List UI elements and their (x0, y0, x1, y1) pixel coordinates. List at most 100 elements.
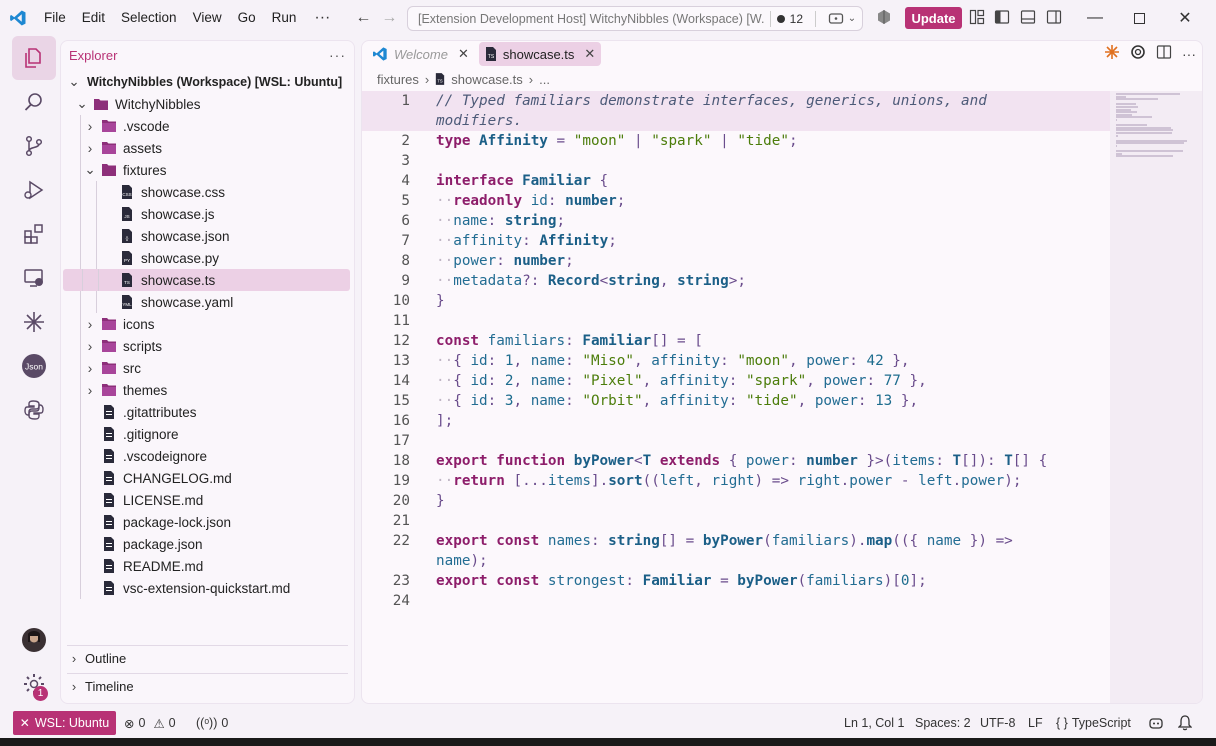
customize-layout-icon[interactable] (969, 9, 987, 27)
menu-go[interactable]: Go (230, 0, 264, 36)
code-line[interactable]: 4 interface Familiar { (362, 171, 1110, 191)
code-line[interactable]: 2 type Affinity = "moon" | "spark" | "tid… (362, 131, 1110, 151)
code-line[interactable]: 9 ··metadata?: Record<string, string>; (362, 271, 1110, 291)
code-line[interactable]: 22 export const names: string[] = byPower… (362, 531, 1110, 551)
tree-item[interactable]: › src (61, 357, 354, 379)
code-line[interactable]: 3 (362, 151, 1110, 171)
code-line[interactable]: 17 (362, 431, 1110, 451)
code-line[interactable]: 19 ··return [...items].sort((left, right)… (362, 471, 1110, 491)
minimize-icon[interactable]: — (1072, 0, 1118, 36)
workspace-root[interactable]: ⌄ WitchyNibbles (Workspace) [WSL: Ubuntu… (61, 71, 354, 93)
encoding-status[interactable]: UTF-8 (980, 708, 1015, 738)
cube-icon[interactable] (876, 9, 894, 27)
split-editor-icon[interactable] (1156, 44, 1172, 63)
code-line[interactable]: 7 ··affinity: Affinity; (362, 231, 1110, 251)
code-line[interactable]: 5 ··readonly id: number; (362, 191, 1110, 211)
code-line[interactable]: 14 ··{ id: 2, name: "Pixel", affinity: "s… (362, 371, 1110, 391)
cursor-position[interactable]: Ln 1, Col 1 (844, 708, 904, 738)
command-center[interactable]: [Extension Development Host] WitchyNibbl… (407, 6, 863, 31)
tree-item[interactable]: package-lock.json (61, 511, 354, 533)
tree-item[interactable]: .gitignore (61, 423, 354, 445)
close-tab-icon[interactable]: ✕ (584, 46, 595, 62)
folder-witchynibbles[interactable]: ⌄ WitchyNibbles (61, 93, 354, 115)
tree-item[interactable]: vsc-extension-quickstart.md (61, 577, 354, 599)
menu-selection[interactable]: Selection (113, 0, 185, 36)
toggle-panel-icon[interactable] (1020, 9, 1038, 27)
tree-item[interactable]: JS showcase.js (61, 203, 354, 225)
remote-explorer-icon[interactable] (12, 256, 56, 300)
tree-item[interactable]: › .vscode (61, 115, 354, 137)
code-line[interactable]: modifiers. (362, 111, 1110, 131)
tree-item[interactable]: package.json (61, 533, 354, 555)
menu-run[interactable]: Run (264, 0, 305, 36)
close-tab-icon[interactable]: ✕ (458, 46, 469, 62)
menu-file[interactable]: File (36, 0, 74, 36)
breadcrumb-symbol[interactable]: ... (539, 72, 550, 87)
code-line[interactable]: name); (362, 551, 1110, 571)
search-icon[interactable] (12, 80, 56, 124)
back-arrow-icon[interactable]: ← (350, 0, 376, 36)
account-avatar[interactable] (12, 618, 56, 662)
tab-welcome[interactable]: Welcome ✕ (366, 42, 475, 66)
eol-status[interactable]: LF (1028, 708, 1043, 738)
code-line[interactable]: 6 ··name: string; (362, 211, 1110, 231)
outline-section[interactable]: › Outline (67, 645, 348, 671)
manage-gear-icon[interactable]: 1 (12, 662, 56, 706)
code-line[interactable]: 21 (362, 511, 1110, 531)
breadcrumb-file[interactable]: showcase.ts (451, 72, 523, 87)
sparkle-extension-icon[interactable] (12, 300, 56, 344)
code-line[interactable]: 23 export const strongest: Familiar = byP… (362, 571, 1110, 591)
menu-more-button[interactable]: ··· (304, 9, 340, 27)
copilot-chat-icon[interactable]: ⌄ (822, 11, 862, 27)
python-icon[interactable] (12, 388, 56, 432)
update-button[interactable]: Update (905, 7, 962, 29)
code-line[interactable]: 13 ··{ id: 1, name: "Miso", affinity: "mo… (362, 351, 1110, 371)
forward-arrow-icon[interactable]: → (376, 0, 402, 36)
close-window-icon[interactable]: ✕ (1162, 0, 1208, 36)
maximize-icon[interactable] (1116, 0, 1162, 36)
breadcrumb-folder[interactable]: fixtures (377, 72, 419, 87)
code-line[interactable]: 20} (362, 491, 1110, 511)
tree-item[interactable]: YML showcase.yaml (61, 291, 354, 313)
language-status[interactable]: { } TypeScript (1056, 708, 1131, 738)
timeline-section[interactable]: › Timeline (67, 673, 348, 699)
json-icon[interactable]: Json (12, 344, 56, 388)
copilot-status-icon[interactable] (1148, 708, 1164, 738)
menu-view[interactable]: View (185, 0, 230, 36)
openai-icon[interactable] (1130, 44, 1146, 63)
code-line[interactable]: 12 const familiars: Familiar[] = [ (362, 331, 1110, 351)
extensions-icon[interactable] (12, 212, 56, 256)
tree-item[interactable]: › icons (61, 313, 354, 335)
tree-item[interactable]: TS showcase.ts (63, 269, 350, 291)
code-line[interactable]: 18 export function byPower<T extends { po… (362, 451, 1110, 471)
tree-item[interactable]: .vscodeignore (61, 445, 354, 467)
tab-showcase-ts[interactable]: TS showcase.ts ✕ (478, 42, 602, 66)
tree-item[interactable]: › assets (61, 137, 354, 159)
minimap[interactable] (1110, 91, 1202, 703)
ports-status[interactable]: ((ᵒ)) 0 (196, 708, 228, 738)
tree-item[interactable]: .gitattributes (61, 401, 354, 423)
sparkle-icon[interactable] (1104, 44, 1120, 63)
tree-item[interactable]: CHANGELOG.md (61, 467, 354, 489)
tree-item[interactable]: LICENSE.md (61, 489, 354, 511)
tree-item[interactable]: README.md (61, 555, 354, 577)
source-control-icon[interactable] (12, 124, 56, 168)
indentation-status[interactable]: Spaces: 2 (915, 708, 971, 738)
code-editor[interactable]: 1// Typed familiars demonstrate interfac… (362, 91, 1110, 611)
explorer-icon[interactable] (12, 36, 56, 80)
tree-item[interactable]: {} showcase.json (61, 225, 354, 247)
tree-item[interactable]: PY showcase.py (61, 247, 354, 269)
remote-indicator[interactable]: ✕ WSL: Ubuntu (13, 711, 116, 735)
code-line[interactable]: 11 (362, 311, 1110, 331)
problems-status[interactable]: ⊗ 0 ⚠ 0 (124, 708, 176, 738)
code-line[interactable]: 16]; (362, 411, 1110, 431)
notifications-bell-icon[interactable] (1178, 708, 1192, 738)
sidebar-more-button[interactable]: ··· (329, 47, 346, 63)
toggle-secondary-sidebar-icon[interactable] (1046, 9, 1064, 27)
code-line[interactable]: 24 (362, 591, 1110, 611)
editor-more-button[interactable]: ··· (1182, 46, 1196, 62)
toggle-primary-sidebar-icon[interactable] (994, 9, 1012, 27)
code-line[interactable]: 10} (362, 291, 1110, 311)
run-debug-icon[interactable] (12, 168, 56, 212)
menu-edit[interactable]: Edit (74, 0, 113, 36)
